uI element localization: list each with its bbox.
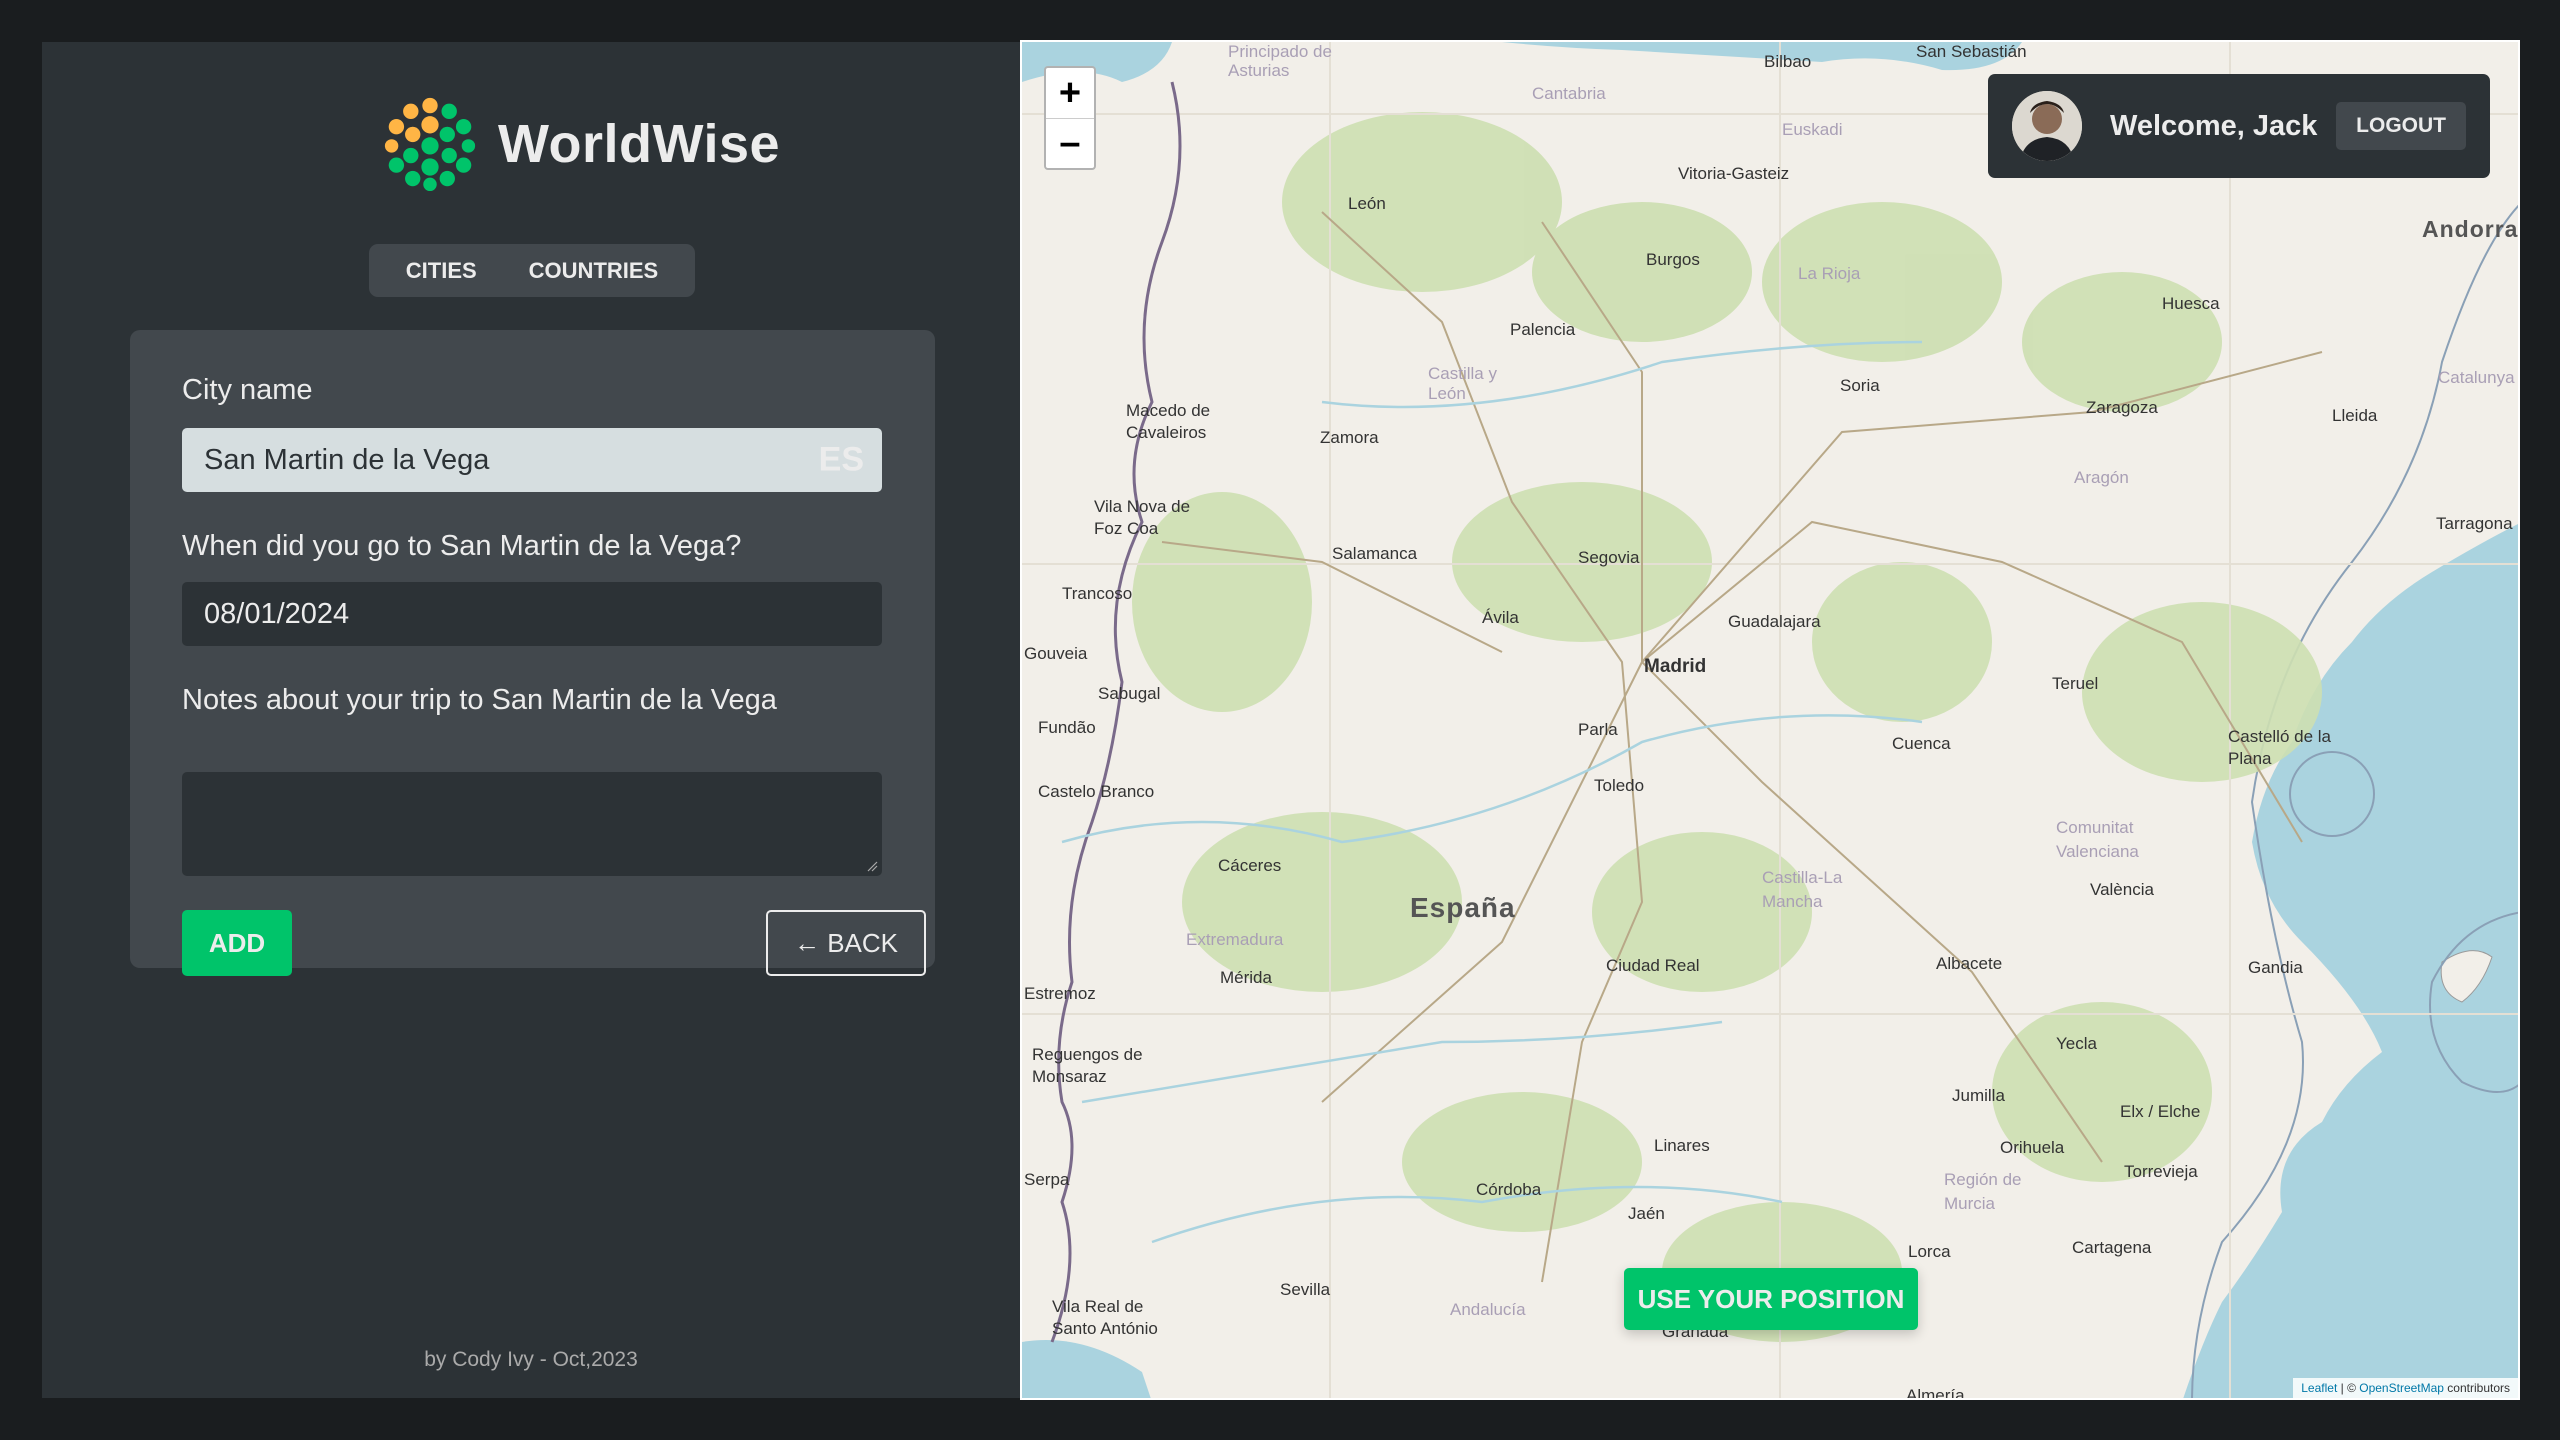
app-logo[interactable]: WorldWise: [382, 94, 780, 194]
city-form: City name San Martin de la Vega ES When …: [130, 330, 935, 976]
attribution-suffix: contributors: [2443, 1381, 2510, 1395]
user-avatar-icon: [2012, 91, 2082, 161]
city-name-value: San Martin de la Vega: [204, 443, 490, 476]
date-value: 08/01/2024: [204, 597, 350, 630]
osm-link[interactable]: OpenStreetMap: [2359, 1381, 2444, 1395]
app-nav: CITIES COUNTRIES: [369, 244, 695, 297]
footer-credit: by Cody Ivy - Oct,2023: [424, 1348, 638, 1371]
tab-countries[interactable]: COUNTRIES: [507, 248, 681, 294]
map-tiles[interactable]: [1022, 42, 2520, 1400]
attribution-separator: | ©: [2337, 1381, 2360, 1395]
city-name-label: City name: [182, 374, 313, 406]
back-button[interactable]: ← BACK: [766, 910, 926, 976]
zoom-control: + –: [1044, 66, 1096, 170]
logout-button[interactable]: LOGOUT: [2336, 102, 2466, 150]
map-attribution: Leaflet | © OpenStreetMap contributors: [2293, 1378, 2518, 1398]
notes-textarea[interactable]: [182, 772, 882, 876]
user-panel: Welcome, Jack LOGOUT: [1988, 74, 2490, 178]
map-container[interactable]: Principado de Asturias Cantabria Bilbao …: [1020, 40, 2520, 1400]
leaflet-link[interactable]: Leaflet: [2301, 1381, 2337, 1395]
resize-handle-icon[interactable]: [866, 860, 878, 872]
avatar: [2012, 91, 2082, 161]
use-your-position-button[interactable]: USE YOUR POSITION: [1624, 1268, 1918, 1330]
city-name-input[interactable]: San Martin de la Vega ES: [182, 428, 882, 492]
country-flag: ES: [818, 440, 864, 479]
date-input[interactable]: 08/01/2024: [182, 582, 882, 646]
zoom-in-button[interactable]: +: [1046, 68, 1094, 118]
tab-cities[interactable]: CITIES: [384, 248, 499, 294]
notes-label: Notes about your trip to San Martin de l…: [182, 684, 777, 716]
sidebar: WorldWise CITIES COUNTRIES City name San…: [42, 42, 1020, 1398]
welcome-text: Welcome, Jack: [2110, 109, 2318, 142]
zoom-out-button[interactable]: –: [1046, 118, 1094, 168]
globe-logo-icon: [384, 97, 476, 192]
add-button[interactable]: ADD: [182, 910, 292, 976]
date-label: When did you go to San Martin de la Vega…: [182, 530, 742, 562]
app-title: WorldWise: [498, 114, 781, 174]
